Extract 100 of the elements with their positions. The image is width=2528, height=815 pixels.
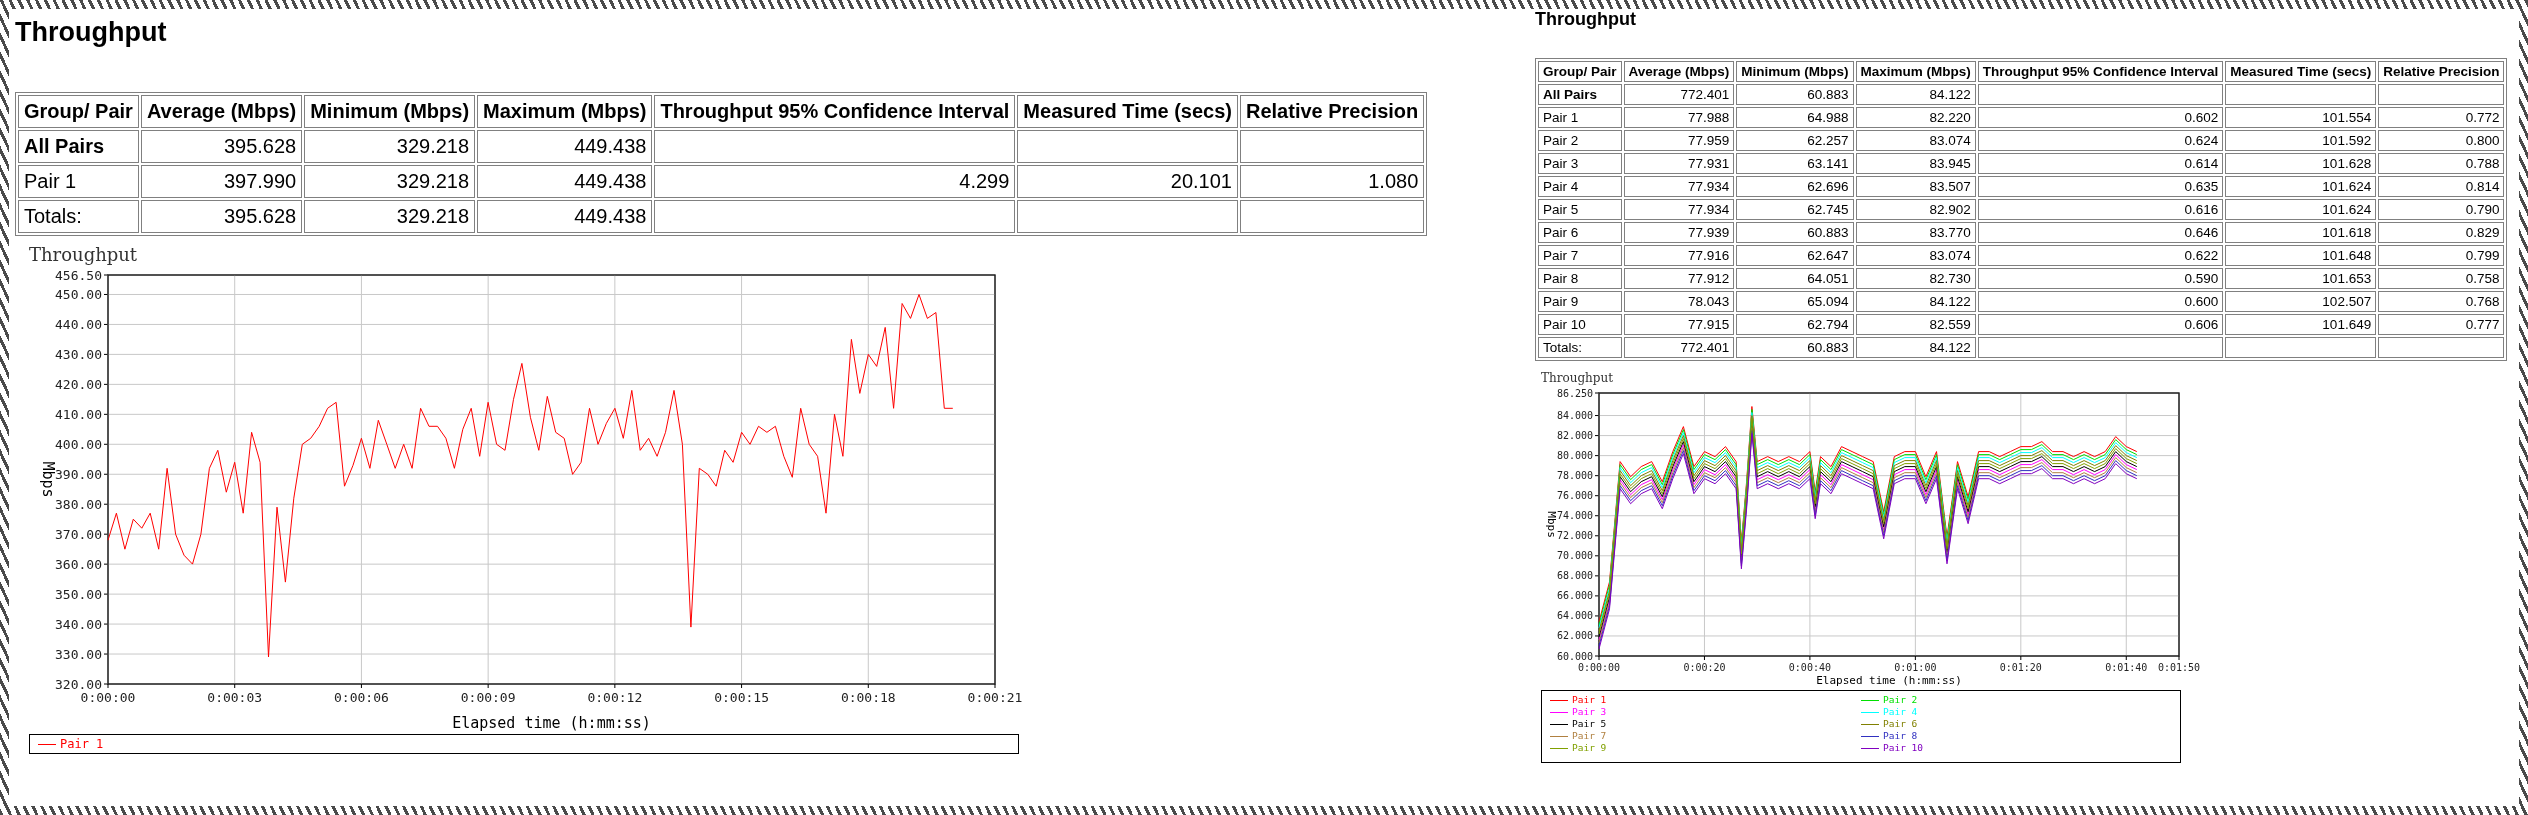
legend-label: Pair 1 xyxy=(1572,694,1607,706)
legend-label: Pair 4 xyxy=(1883,706,1918,718)
table-cell: 84.122 xyxy=(1855,291,1976,312)
table-cell: 0.768 xyxy=(2378,291,2505,312)
table-cell: 329.218 xyxy=(304,200,476,233)
table-cell: 449.438 xyxy=(477,165,653,198)
table-cell: 0.772 xyxy=(2378,107,2505,128)
table-cell: Pair 3 xyxy=(1538,153,1622,174)
table-cell: 0.635 xyxy=(1977,176,2224,197)
table-cell: All Pairs xyxy=(18,130,139,163)
table-cell: 62.745 xyxy=(1736,199,1854,220)
table-cell: 101.628 xyxy=(2225,153,2377,174)
legend-label: Pair 1 xyxy=(60,737,104,751)
table-cell: 0.800 xyxy=(2378,130,2505,151)
chart-title: Throughput xyxy=(29,244,138,265)
table-cell: 64.988 xyxy=(1736,107,1854,128)
table-cell: 1.080 xyxy=(1239,165,1425,198)
table-cell: Pair 10 xyxy=(1538,314,1622,335)
tick-label: 340.00 xyxy=(55,616,102,632)
table-cell: 83.074 xyxy=(1855,245,1976,266)
column-header: Minimum (Mbps) xyxy=(304,95,476,128)
column-header: Maximum (Mbps) xyxy=(477,95,653,128)
tick-label: 0:01:50 xyxy=(2157,662,2201,673)
table-cell: 62.257 xyxy=(1736,130,1854,151)
tick-label: 0:00:20 xyxy=(1683,662,1726,673)
tick-label: 330.00 xyxy=(55,646,102,662)
tick-label: 390.00 xyxy=(55,466,102,482)
table-cell: 329.218 xyxy=(304,165,476,198)
tick-label: 78.000 xyxy=(1556,470,1593,482)
column-header: Average (Mbps) xyxy=(140,95,303,128)
table-cell: Pair 7 xyxy=(1538,245,1622,266)
tick-label: 86.250 xyxy=(1556,387,1593,399)
tick-label: 62.000 xyxy=(1556,630,1593,642)
table-cell: 0.590 xyxy=(1977,268,2224,289)
tick-label: 370.00 xyxy=(55,526,102,542)
table-cell: 449.438 xyxy=(477,200,653,233)
table-cell: 62.696 xyxy=(1736,176,1854,197)
report-title: Throughput xyxy=(1535,9,1636,30)
table-cell: 0.614 xyxy=(1977,153,2224,174)
legend-label: Pair 10 xyxy=(1883,742,1924,754)
tick-label: 0:01:40 xyxy=(2105,662,2148,673)
tick-label: 0:01:00 xyxy=(1894,662,1937,673)
table-cell: 0.788 xyxy=(2378,153,2505,174)
tick-label: 82.000 xyxy=(1556,430,1593,442)
table-cell: 0.624 xyxy=(1977,130,2224,151)
table-cell: 77.988 xyxy=(1623,107,1735,128)
table-cell: 0.616 xyxy=(1977,199,2224,220)
column-header: Maximum (Mbps) xyxy=(1855,61,1976,82)
table-cell: 101.592 xyxy=(2225,130,2377,151)
table-cell: 0.814 xyxy=(2378,176,2505,197)
table-cell: 78.043 xyxy=(1623,291,1735,312)
table-cell: All Pairs xyxy=(1538,84,1622,105)
table-cell: 63.141 xyxy=(1736,153,1854,174)
table-cell: 83.770 xyxy=(1855,222,1976,243)
table-cell: 101.649 xyxy=(2225,314,2377,335)
column-header: Throughput 95% Confidence Interval xyxy=(1977,61,2224,82)
tick-label: 0:00:00 xyxy=(80,690,136,705)
axis-title: Elapsed time (h:mm:ss) xyxy=(1816,674,1962,687)
table-cell: 772.401 xyxy=(1623,337,1735,358)
table-cell: 0.600 xyxy=(1977,291,2224,312)
table-cell: 65.094 xyxy=(1736,291,1854,312)
table-cell: 101.618 xyxy=(2225,222,2377,243)
table-cell: 4.299 xyxy=(654,165,1016,198)
table-cell: 0.829 xyxy=(2378,222,2505,243)
table-cell: 101.624 xyxy=(2225,176,2377,197)
table-cell: 62.794 xyxy=(1736,314,1854,335)
tick-label: 68.000 xyxy=(1556,570,1593,582)
table-cell: 62.647 xyxy=(1736,245,1854,266)
legend-label: Pair 8 xyxy=(1883,730,1918,742)
tick-label: 0:00:21 xyxy=(967,690,1023,705)
table-cell: 60.883 xyxy=(1736,222,1854,243)
chart-title: Throughput xyxy=(1541,371,1614,385)
column-header: Group/ Pair xyxy=(18,95,139,128)
tick-label: 66.000 xyxy=(1556,590,1593,602)
table-cell: Pair 2 xyxy=(1538,130,1622,151)
tick-label: 80.000 xyxy=(1556,450,1593,462)
table-cell: 395.628 xyxy=(140,200,303,233)
table-cell: 101.653 xyxy=(2225,268,2377,289)
table-cell: 0.777 xyxy=(2378,314,2505,335)
tick-label: 0:00:03 xyxy=(207,690,263,705)
column-header: Throughput 95% Confidence Interval xyxy=(654,95,1016,128)
legend-label: Pair 5 xyxy=(1572,718,1607,730)
legend-label: Pair 2 xyxy=(1883,694,1918,706)
tick-label: 64.000 xyxy=(1556,610,1593,622)
tick-label: 76.000 xyxy=(1556,490,1593,502)
table-cell: 20.101 xyxy=(1017,165,1238,198)
column-header: Relative Precision xyxy=(1239,95,1425,128)
table-cell: 82.902 xyxy=(1855,199,1976,220)
legend-label: Pair 3 xyxy=(1572,706,1607,718)
tick-label: 74.000 xyxy=(1556,510,1593,522)
table-cell: 102.507 xyxy=(2225,291,2377,312)
tick-label: 320.00 xyxy=(55,676,102,692)
tick-label: 360.00 xyxy=(55,556,102,572)
column-header: Average (Mbps) xyxy=(1623,61,1735,82)
table-cell: Pair 4 xyxy=(1538,176,1622,197)
table-cell: 82.220 xyxy=(1855,107,1976,128)
column-header: Relative Precision xyxy=(2378,61,2505,82)
table-cell: Pair 6 xyxy=(1538,222,1622,243)
table-cell: 77.959 xyxy=(1623,130,1735,151)
column-header: Measured Time (secs) xyxy=(1017,95,1238,128)
